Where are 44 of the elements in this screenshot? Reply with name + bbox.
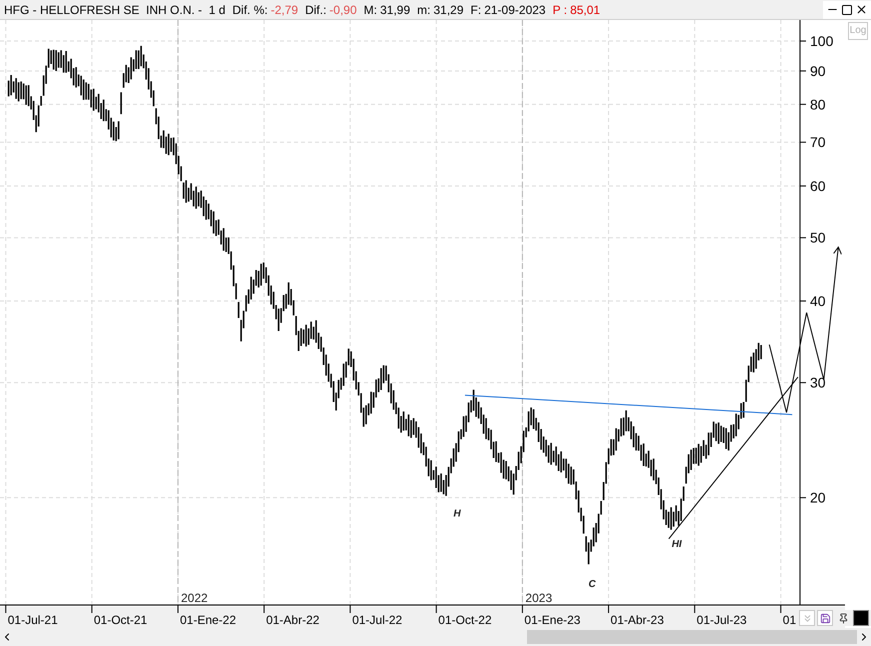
axis-label: 30 <box>810 374 826 391</box>
stat-value: -0,90 <box>329 2 357 18</box>
year-label: 2022 <box>180 591 208 605</box>
pattern-label: C <box>588 578 596 590</box>
axis-label: 01-Jul-21 <box>8 613 58 627</box>
axis-label: 01-Oct-22 <box>438 613 492 627</box>
axis-label: 01-Oct-21 <box>94 613 148 627</box>
stat-value: 31,29 <box>434 2 464 18</box>
axis-label: 01-Ene-22 <box>180 613 236 627</box>
color-swatch[interactable] <box>853 610 869 626</box>
axis-label: 01-Jul-23 <box>696 613 747 627</box>
axis-label: 50 <box>810 230 826 246</box>
stat-label: Dif. %: <box>232 2 268 18</box>
stat-value: 31,99 <box>380 2 410 18</box>
pattern-label: HI <box>672 539 682 550</box>
pattern-label: H <box>454 508 461 520</box>
axis-label: 40 <box>810 293 826 309</box>
maximize-icon[interactable] <box>841 4 853 16</box>
stat-value: -2,79 <box>270 2 298 18</box>
window-title: HFG - HELLOFRESH SE INH O.N. - 1 d <box>4 2 226 18</box>
stat-label: Dif.: <box>305 2 326 18</box>
axis-label: 01-Jul-22 <box>352 613 402 627</box>
axis-label: 01-Abr-22 <box>266 613 320 627</box>
axis-label: 01 <box>782 613 796 627</box>
stat-label: F: <box>470 2 482 18</box>
close-icon[interactable] <box>855 3 868 16</box>
axis-label: 01-Ene-23 <box>524 613 580 627</box>
axis-label: 20 <box>810 490 826 506</box>
axis-label: 100 <box>810 33 834 50</box>
stat-value: 85,01 <box>570 2 600 18</box>
scroll-thumb[interactable] <box>527 630 857 644</box>
axis-label: 90 <box>810 62 826 79</box>
log-scale-button[interactable]: Log <box>848 22 868 40</box>
stat-label: m: <box>417 2 430 18</box>
stat-label: M: <box>364 2 378 18</box>
scrollbar[interactable] <box>0 628 871 646</box>
axis-label: 01-Abr-23 <box>610 613 664 627</box>
save-icon[interactable] <box>817 610 833 626</box>
year-label: 2023 <box>525 591 552 605</box>
axis-label: 80 <box>810 96 826 112</box>
axis-label: 70 <box>810 134 826 150</box>
stat-label: P : <box>552 2 568 18</box>
axis-label: 60 <box>810 178 826 194</box>
stat-value: 21-09-2023 <box>484 2 546 18</box>
